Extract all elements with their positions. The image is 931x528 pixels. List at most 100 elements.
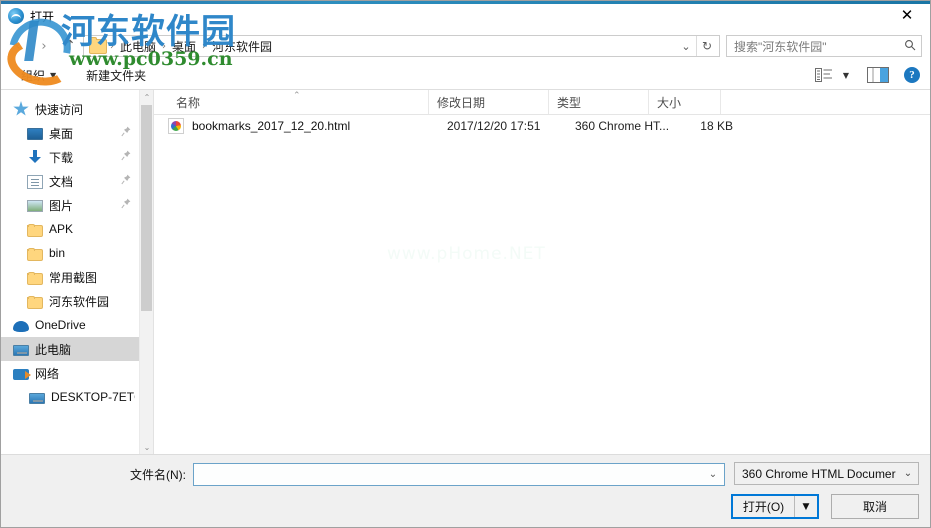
breadcrumb[interactable]: › 此电脑 › 桌面 › 河东软件园 ⌄ ↻ bbox=[83, 35, 720, 57]
sidebar-item-label: 河东软件园 bbox=[49, 294, 110, 309]
sidebar-item-label: 文档 bbox=[49, 174, 74, 189]
chevron-down-icon: ▼ bbox=[50, 70, 57, 80]
filename-label: 文件名(N): bbox=[130, 467, 186, 482]
sidebar-item-label: bin bbox=[49, 246, 66, 260]
sidebar-item-8[interactable]: 河东软件园 bbox=[1, 289, 139, 313]
breadcrumb-item-0[interactable]: 此电脑 bbox=[115, 38, 161, 55]
table-row[interactable]: bookmarks_2017_12_20.html 2017/12/20 17:5… bbox=[154, 115, 930, 137]
breadcrumb-item-2[interactable]: 河东软件园 bbox=[207, 38, 277, 55]
sidebar-item-label: 下载 bbox=[49, 150, 74, 165]
dialog-body: 快速访问桌面下载文档图片 APK bin 常用截图河东软件园 OneDrive 此电脑网络… bbox=[1, 90, 930, 454]
pin-icon[interactable] bbox=[121, 198, 131, 212]
sidebar-item-label: DESKTOP-7ETC bbox=[51, 390, 135, 404]
cancel-button[interactable]: 取消 bbox=[831, 494, 919, 519]
open-folder-icon bbox=[8, 8, 24, 24]
sidebar-item-label: 桌面 bbox=[49, 126, 74, 141]
preview-pane-icon[interactable] bbox=[866, 64, 890, 86]
open-dropdown-icon[interactable]: ▼ bbox=[794, 496, 817, 517]
scroll-down-icon[interactable]: ⌄ bbox=[140, 440, 153, 454]
sidebar-item-4[interactable]: 图片 bbox=[1, 193, 139, 217]
folder-icon bbox=[27, 247, 43, 261]
sidebar-item-label: 快速访问 bbox=[35, 102, 84, 117]
filetype-value: 360 Chrome HTML Documer bbox=[742, 466, 896, 481]
view-options-icon[interactable] bbox=[812, 64, 838, 86]
cell-type: 360 Chrome HT... bbox=[575, 119, 670, 133]
folder-icon bbox=[27, 271, 43, 285]
sidebar-item-11[interactable]: 网络 bbox=[1, 361, 139, 385]
sidebar-item-2[interactable]: 下载 bbox=[1, 145, 139, 169]
download-icon bbox=[27, 149, 43, 165]
breadcrumb-item-1[interactable]: 桌面 bbox=[167, 38, 201, 55]
sidebar-item-12[interactable]: DESKTOP-7ETC bbox=[1, 385, 139, 409]
sidebar-item-5[interactable]: APK bbox=[1, 217, 139, 241]
open-file-dialog: 打开 ✕ ‹ › ↑ › 此电脑 › 桌面 › 河东软件园 ⌄ ↻ 搜索"河东软… bbox=[0, 0, 931, 528]
close-icon[interactable]: ✕ bbox=[884, 1, 930, 30]
pin-icon[interactable] bbox=[121, 126, 131, 140]
cell-name: bookmarks_2017_12_20.html bbox=[192, 119, 351, 133]
column-header-type[interactable]: 类型 bbox=[549, 90, 649, 114]
network-icon bbox=[13, 369, 31, 380]
open-button-label[interactable]: 打开(O) bbox=[733, 496, 794, 517]
file-rows: bookmarks_2017_12_20.html 2017/12/20 17:5… bbox=[154, 115, 930, 454]
column-header-date-label: 修改日期 bbox=[437, 95, 486, 110]
folder-icon bbox=[27, 223, 43, 237]
filename-input[interactable]: ⌄ bbox=[193, 462, 725, 486]
open-button[interactable]: 打开(O) ▼ bbox=[731, 494, 819, 519]
column-headers: 名称 ⌃ 修改日期 类型 大小 bbox=[154, 90, 930, 115]
chevron-down-icon[interactable]: ⌄ bbox=[704, 469, 722, 480]
column-header-name[interactable]: 名称 ⌃ bbox=[168, 90, 429, 114]
this-pc-icon bbox=[13, 344, 29, 356]
cell-date: 2017/12/20 17:51 bbox=[447, 119, 541, 133]
sidebar-item-10[interactable]: 此电脑 bbox=[1, 337, 139, 361]
organize-button[interactable]: 组织 ▼ bbox=[15, 64, 62, 87]
title-accent-strip bbox=[1, 1, 930, 4]
toolbar: 组织 ▼ 新建文件夹 ▼ ? bbox=[1, 61, 930, 90]
sidebar-item-label: 常用截图 bbox=[49, 270, 98, 285]
refresh-icon[interactable]: ↻ bbox=[696, 36, 717, 56]
sidebar-item-1[interactable]: 桌面 bbox=[1, 121, 139, 145]
star-icon bbox=[13, 101, 29, 116]
chevron-down-icon[interactable]: ⌄ bbox=[676, 36, 696, 56]
filetype-select[interactable]: 360 Chrome HTML Documer ⌄ bbox=[734, 462, 919, 485]
sidebar-item-3[interactable]: 文档 bbox=[1, 169, 139, 193]
title-bar: 打开 ✕ bbox=[1, 1, 930, 31]
sidebar-item-0[interactable]: 快速访问 bbox=[1, 97, 139, 121]
sidebar-item-7[interactable]: 常用截图 bbox=[1, 265, 139, 289]
chevron-down-icon: ▼ bbox=[842, 70, 850, 80]
documents-icon bbox=[27, 174, 43, 189]
column-header-size-label: 大小 bbox=[657, 95, 682, 110]
up-icon[interactable]: ↑ bbox=[57, 34, 83, 58]
navigation-list: 快速访问桌面下载文档图片 APK bin 常用截图河东软件园 OneDrive 此电脑网络… bbox=[1, 90, 139, 454]
navigation-scrollbar[interactable]: ⌃ ⌄ bbox=[139, 90, 153, 454]
cell-size: 18 KB bbox=[700, 119, 733, 133]
onedrive-icon bbox=[13, 321, 29, 332]
scroll-up-icon[interactable]: ⌃ bbox=[140, 90, 153, 104]
file-list-pane: 名称 ⌃ 修改日期 类型 大小 bookmarks_2017_12_20.htm… bbox=[154, 90, 930, 454]
computer-icon bbox=[29, 392, 45, 404]
column-header-type-label: 类型 bbox=[557, 95, 582, 110]
new-folder-button[interactable]: 新建文件夹 bbox=[80, 64, 152, 87]
back-icon[interactable]: ‹ bbox=[5, 34, 31, 58]
address-bar: ‹ › ↑ › 此电脑 › 桌面 › 河东软件园 ⌄ ↻ 搜索"河东软件园" bbox=[1, 31, 930, 61]
chevron-down-icon: ⌄ bbox=[903, 468, 913, 479]
column-header-size[interactable]: 大小 bbox=[649, 90, 721, 114]
pin-icon[interactable] bbox=[121, 150, 131, 164]
column-header-date[interactable]: 修改日期 bbox=[429, 90, 549, 114]
navigation-pane: 快速访问桌面下载文档图片 APK bin 常用截图河东软件园 OneDrive 此电脑网络… bbox=[1, 90, 154, 454]
sidebar-item-label: 此电脑 bbox=[35, 342, 72, 357]
column-header-filler bbox=[721, 90, 930, 114]
sidebar-item-label: 图片 bbox=[49, 198, 74, 213]
forward-icon[interactable]: › bbox=[31, 34, 57, 58]
column-header-name-label: 名称 bbox=[176, 95, 201, 110]
search-input[interactable]: 搜索"河东软件园" bbox=[726, 35, 922, 57]
sidebar-item-9[interactable]: OneDrive bbox=[1, 313, 139, 337]
scrollbar-thumb[interactable] bbox=[141, 105, 152, 311]
chrome-html-document-icon bbox=[168, 118, 184, 134]
pin-icon[interactable] bbox=[121, 174, 131, 188]
pictures-icon bbox=[27, 200, 43, 212]
dialog-footer: 文件名(N): ⌄ 360 Chrome HTML Documer ⌄ 打开(O… bbox=[1, 454, 930, 527]
view-options-caret-icon[interactable]: ▼ bbox=[838, 64, 854, 86]
desktop-icon bbox=[27, 128, 43, 140]
help-icon[interactable]: ? bbox=[904, 67, 920, 83]
sidebar-item-6[interactable]: bin bbox=[1, 241, 139, 265]
